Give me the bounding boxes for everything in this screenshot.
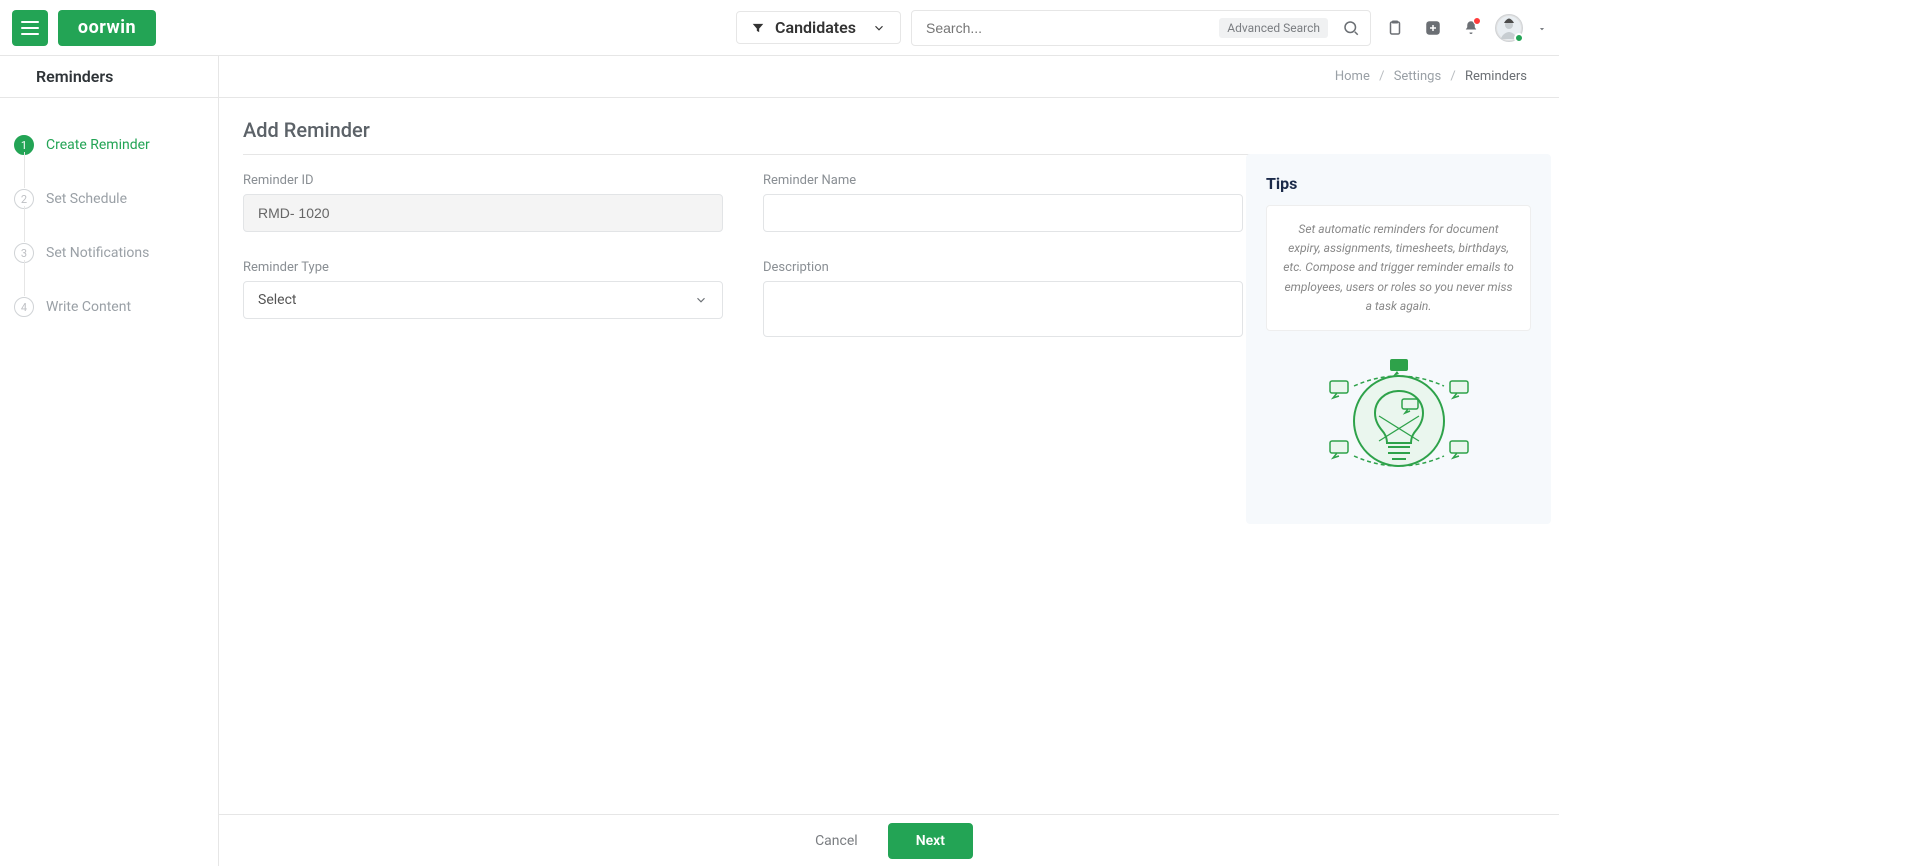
search-input[interactable] (924, 19, 1209, 37)
step-set-notifications[interactable]: 3 Set Notifications (14, 226, 204, 280)
label-reminder-type: Reminder Type (243, 260, 723, 275)
global-search: Advanced Search (911, 10, 1371, 46)
step-label: Set Schedule (46, 191, 127, 207)
step-number: 1 (14, 135, 34, 155)
chevron-down-icon (694, 293, 708, 307)
tips-panel: Tips Set automatic reminders for documen… (1246, 154, 1551, 524)
step-number: 2 (14, 189, 34, 209)
form-footer: Cancel Next (219, 814, 1559, 866)
reminder-type-value: Select (258, 292, 296, 308)
app-root: oorwin Candidates Advanced Search (0, 0, 1559, 866)
breadcrumb-separator: / (1450, 69, 1455, 84)
breadcrumb: Home / Settings / Reminders (1335, 69, 1527, 84)
search-icon (1342, 19, 1360, 37)
steps-list: 1 Create Reminder 2 Set Schedule 3 Set N… (14, 118, 204, 334)
body: 1 Create Reminder 2 Set Schedule 3 Set N… (0, 98, 1559, 866)
advanced-search-button[interactable]: Advanced Search (1219, 18, 1328, 38)
label-reminder-id: Reminder ID (243, 173, 723, 188)
group-reminder-name: Reminder Name (763, 173, 1243, 232)
step-number: 4 (14, 297, 34, 317)
breadcrumb-item-current: Reminders (1465, 69, 1527, 84)
entity-filter-dropdown[interactable]: Candidates (736, 11, 901, 44)
notifications-dot (1473, 17, 1481, 25)
breadcrumb-item[interactable]: Home (1335, 69, 1370, 84)
tips-card: Set automatic reminders for document exp… (1266, 205, 1531, 331)
step-set-schedule[interactable]: 2 Set Schedule (14, 172, 204, 226)
tips-illustration (1266, 339, 1531, 504)
tips-title: Tips (1266, 174, 1531, 193)
reminder-id-input (243, 194, 723, 232)
step-write-content[interactable]: 4 Write Content (14, 280, 204, 334)
group-reminder-id: Reminder ID (243, 173, 723, 232)
menu-toggle-button[interactable] (12, 10, 48, 46)
label-description: Description (763, 260, 1243, 275)
reminder-type-select[interactable]: Select (243, 281, 723, 319)
description-textarea[interactable] (763, 281, 1243, 337)
steps-sidebar: 1 Create Reminder 2 Set Schedule 3 Set N… (0, 98, 219, 866)
step-number: 3 (14, 243, 34, 263)
menu-icon (21, 21, 39, 35)
group-description: Description (763, 260, 1243, 341)
brand-logo[interactable]: oorwin (58, 10, 156, 46)
form-col-left: Reminder ID Reminder Type Select (243, 173, 723, 369)
user-menu-caret[interactable] (1537, 24, 1547, 34)
plus-square-icon (1424, 19, 1442, 37)
cancel-button[interactable]: Cancel (805, 825, 868, 857)
step-label: Create Reminder (46, 137, 150, 153)
step-label: Write Content (46, 299, 131, 315)
page-title: Reminders (36, 67, 113, 86)
subheader-right: Home / Settings / Reminders (219, 56, 1535, 97)
group-reminder-type: Reminder Type Select (243, 260, 723, 319)
chevron-down-icon (872, 21, 886, 35)
breadcrumb-item[interactable]: Settings (1394, 69, 1441, 84)
status-online-dot (1514, 33, 1524, 43)
clipboard-button[interactable] (1381, 14, 1409, 42)
form-title: Add Reminder (243, 118, 1535, 155)
filter-icon (751, 21, 765, 35)
form-col-right: Reminder Name Description (763, 173, 1243, 369)
brand-text: oorwin (78, 17, 136, 38)
user-avatar[interactable] (1495, 14, 1523, 42)
step-label: Set Notifications (46, 245, 149, 261)
topbar: oorwin Candidates Advanced Search (0, 0, 1559, 56)
next-button[interactable]: Next (888, 823, 973, 859)
subheader-left: Reminders (0, 56, 219, 97)
lightbulb-network-icon (1324, 351, 1474, 491)
add-button[interactable] (1419, 14, 1447, 42)
reminder-name-input[interactable] (763, 194, 1243, 232)
main-content: Add Reminder Reminder ID Reminder Type S… (219, 98, 1559, 866)
label-reminder-name: Reminder Name (763, 173, 1243, 188)
search-button[interactable] (1338, 15, 1364, 41)
breadcrumb-separator: / (1379, 69, 1384, 84)
step-create-reminder[interactable]: 1 Create Reminder (14, 118, 204, 172)
notifications-button[interactable] (1457, 14, 1485, 42)
entity-filter-label: Candidates (775, 18, 856, 37)
subheader: Reminders Home / Settings / Reminders (0, 56, 1559, 98)
clipboard-icon (1386, 19, 1404, 37)
